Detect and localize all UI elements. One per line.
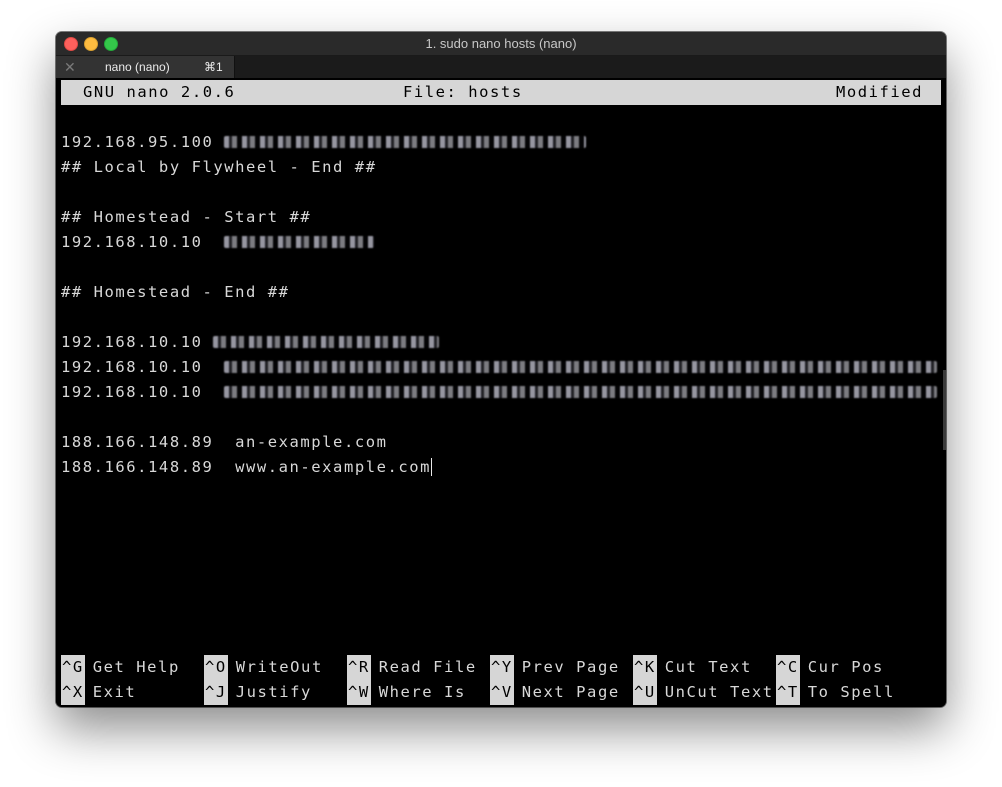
terminal-window: 1. sudo nano hosts (nano) ✕ nano (nano) … xyxy=(56,32,946,707)
shortcut-label: Next Page xyxy=(521,683,620,701)
terminal-content[interactable]: GNU nano 2.0.6 File: hosts Modified 192.… xyxy=(56,78,946,707)
tab-nano[interactable]: ✕ nano (nano) ⌘1 xyxy=(56,56,235,78)
shortcut-uncut-text[interactable]: ^U UnCut Text xyxy=(633,680,774,705)
ip-address: 192.168.95.100 xyxy=(61,133,214,151)
hosts-line[interactable]: 192.168.10.10 xyxy=(61,230,375,255)
redacted-hostname xyxy=(224,360,938,373)
redacted-hostname xyxy=(224,385,938,398)
nano-version: GNU nano 2.0.6 xyxy=(83,83,236,101)
shortcut-to-spell[interactable]: ^T To Spell xyxy=(776,680,895,705)
ip-address: 192.168.10.10 xyxy=(61,333,203,351)
shortcut-cur-pos[interactable]: ^C Cur Pos xyxy=(776,655,884,680)
ip-address: 188.166.148.89 xyxy=(61,458,214,476)
shortcut-key: ^O xyxy=(204,655,228,680)
redacted-hostname xyxy=(213,335,440,348)
file-name: File: hosts xyxy=(403,83,523,101)
shortcut-label: Where Is xyxy=(378,683,466,701)
shortcut-next-page[interactable]: ^V Next Page xyxy=(490,680,620,705)
modified-status: Modified xyxy=(835,83,923,101)
hosts-line[interactable]: 192.168.10.10 xyxy=(61,355,938,380)
shortcut-label: Cut Text xyxy=(664,658,752,676)
shortcut-key: ^V xyxy=(490,680,514,705)
hostname: an-example.com xyxy=(235,433,388,451)
ip-address: 192.168.10.10 xyxy=(61,383,203,401)
hosts-line[interactable]: 188.166.148.89 www.an-example.com xyxy=(61,455,432,480)
window-title: 1. sudo nano hosts (nano) xyxy=(425,36,577,51)
tab-bar: ✕ nano (nano) ⌘1 xyxy=(56,56,946,78)
shortcut-key: ^U xyxy=(633,680,657,705)
shortcut-exit[interactable]: ^X Exit xyxy=(61,680,136,705)
text-cursor xyxy=(431,457,432,476)
shortcut-row: ^G Get Help ^O WriteOut ^R Read File ^Y Prev… xyxy=(61,655,941,680)
shortcut-cut-text[interactable]: ^K Cut Text xyxy=(633,655,752,680)
shortcut-key: ^R xyxy=(347,655,371,680)
shortcut-label: Exit xyxy=(92,683,137,701)
title-bar[interactable]: 1. sudo nano hosts (nano) xyxy=(56,32,946,56)
shortcut-row: ^X Exit ^J Justify ^W Where Is ^V Next Page … xyxy=(61,680,941,705)
hosts-line[interactable]: 192.168.10.10 xyxy=(61,380,938,405)
shortcut-key: ^T xyxy=(776,680,800,705)
shortcut-read-file[interactable]: ^R Read File xyxy=(347,655,477,680)
shortcut-label: Cur Pos xyxy=(807,658,884,676)
scrollbar[interactable] xyxy=(943,370,946,450)
hosts-line[interactable]: ## Local by Flywheel - End ## xyxy=(61,155,377,180)
tab-shortcut: ⌘1 xyxy=(204,60,223,74)
comment-text: ## Homestead - Start ## xyxy=(61,208,312,226)
hostname: www.an-example.com xyxy=(235,458,431,476)
nano-header-bar: GNU nano 2.0.6 File: hosts Modified xyxy=(61,80,941,105)
hosts-line[interactable]: 192.168.10.10 xyxy=(61,330,440,355)
shortcut-label: Justify xyxy=(235,683,312,701)
ip-address: 188.166.148.89 xyxy=(61,433,214,451)
redacted-hostname xyxy=(224,235,375,248)
shortcut-key: ^W xyxy=(347,680,371,705)
comment-text: ## Local by Flywheel - End ## xyxy=(61,158,377,176)
shortcut-get-help[interactable]: ^G Get Help xyxy=(61,655,180,680)
shortcut-justify[interactable]: ^J Justify xyxy=(204,680,312,705)
tab-title: nano (nano) xyxy=(105,60,170,74)
hosts-line[interactable]: ## Homestead - Start ## xyxy=(61,205,311,230)
shortcut-key: ^K xyxy=(633,655,657,680)
shortcut-label: WriteOut xyxy=(235,658,323,676)
shortcut-label: UnCut Text xyxy=(664,683,774,701)
hosts-line[interactable]: 192.168.95.100 xyxy=(61,130,587,155)
shortcut-key: ^J xyxy=(204,680,228,705)
shortcut-label: Prev Page xyxy=(521,658,620,676)
shortcut-where-is[interactable]: ^W Where Is xyxy=(347,680,466,705)
shortcut-writeout[interactable]: ^O WriteOut xyxy=(204,655,323,680)
hosts-line[interactable]: 188.166.148.89 an-example.com xyxy=(61,430,387,455)
shortcut-key: ^C xyxy=(776,655,800,680)
shortcut-label: To Spell xyxy=(807,683,895,701)
close-icon[interactable]: ✕ xyxy=(64,56,76,78)
comment-text: ## Homestead - End ## xyxy=(61,283,290,301)
hosts-line[interactable]: ## Homestead - End ## xyxy=(61,280,290,305)
shortcut-key: ^G xyxy=(61,655,85,680)
shortcut-prev-page[interactable]: ^Y Prev Page xyxy=(490,655,620,680)
shortcut-label: Read File xyxy=(378,658,477,676)
redacted-hostname xyxy=(224,135,587,148)
ip-address: 192.168.10.10 xyxy=(61,358,203,376)
shortcut-label: Get Help xyxy=(92,658,180,676)
shortcut-key: ^X xyxy=(61,680,85,705)
ip-address: 192.168.10.10 xyxy=(61,233,203,251)
shortcut-key: ^Y xyxy=(490,655,514,680)
